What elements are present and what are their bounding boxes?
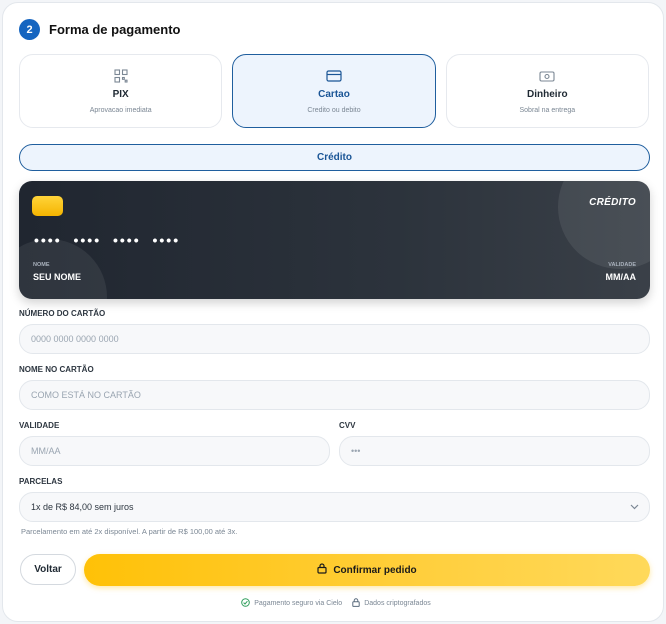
- step-badge: 2: [19, 19, 40, 40]
- method-label: PIX: [112, 89, 129, 100]
- confirm-label: Confirmar pedido: [333, 564, 417, 576]
- shield-check-icon: [241, 598, 251, 609]
- method-sublabel: Credito ou debito: [307, 107, 361, 114]
- installments-label: PARCELAS: [19, 477, 63, 486]
- card-validity-preview: MM/AA: [605, 272, 637, 282]
- qr-code-icon: [114, 68, 128, 84]
- card-name-label: NOME: [33, 262, 50, 268]
- card-decoration: [19, 239, 107, 299]
- cvv-input[interactable]: •••: [339, 436, 650, 466]
- card-chip-icon: [32, 196, 63, 216]
- security-footer: Pagamento seguro via Cielo Dados criptog…: [3, 598, 666, 609]
- credit-card-icon: [326, 68, 342, 84]
- method-pix[interactable]: PIX Aprovacao imediata: [19, 54, 223, 128]
- validity-input[interactable]: MM/AA: [19, 436, 330, 466]
- card-number-label: NÚMERO DO CARTÃO: [19, 309, 106, 318]
- credit-toggle-button[interactable]: Crédito: [19, 144, 650, 171]
- card-number-input[interactable]: 0000 0000 0000 0000: [19, 324, 650, 354]
- cvv-label: CVV: [339, 421, 356, 430]
- section-header: 2 Forma de pagamento: [19, 19, 180, 40]
- confirm-order-button[interactable]: Confirmar pedido: [84, 554, 650, 586]
- card-name-preview: SEU NOME: [33, 272, 82, 282]
- card-validity-label: VALIDADE: [608, 262, 636, 268]
- card-name-input[interactable]: COMO ESTÁ NO CARTÃO: [19, 380, 650, 410]
- card-brand: CRÉDITO: [589, 197, 636, 208]
- lock-icon: [352, 598, 360, 609]
- method-sublabel: Aprovacao imediata: [89, 107, 152, 114]
- installments-select[interactable]: 1x de R$ 84,00 sem juros: [19, 492, 650, 522]
- encrypted-text: Dados criptografados: [364, 600, 431, 607]
- secure-payment-text: Pagamento seguro via Cielo: [254, 600, 343, 607]
- lock-icon: [317, 563, 327, 577]
- payment-methods: PIX Aprovacao imediata Cartao Credito ou…: [19, 54, 649, 128]
- installments-value: 1x de R$ 84,00 sem juros: [31, 502, 134, 512]
- card-name-label: NOME NO CARTÃO: [19, 365, 94, 374]
- method-label: Cartao: [318, 89, 350, 100]
- chevron-down-icon: [630, 502, 639, 512]
- method-cash[interactable]: Dinheiro Sobral na entrega: [445, 54, 649, 128]
- card-preview: CRÉDITO •••• •••• •••• •••• NOME SEU NOM…: [19, 181, 650, 299]
- installments-hint: Parcelamento em até 2x disponível. A par…: [21, 527, 238, 536]
- card-decoration: [558, 181, 650, 269]
- validity-label: VALIDADE: [19, 421, 60, 430]
- back-button[interactable]: Voltar: [20, 554, 76, 585]
- card-number-preview: •••• •••• •••• ••••: [34, 232, 181, 248]
- method-label: Dinheiro: [527, 89, 568, 100]
- section-title: Forma de pagamento: [49, 22, 181, 37]
- secure-payment-note: Pagamento seguro via Cielo: [241, 598, 342, 609]
- payment-panel: 2 Forma de pagamento PIX Aprovacao imedi…: [2, 2, 664, 622]
- method-sublabel: Sobral na entrega: [519, 107, 576, 114]
- encrypted-note: Dados criptografados: [352, 598, 431, 609]
- method-card[interactable]: Cartao Credito ou debito: [232, 54, 436, 128]
- cash-icon: [539, 68, 555, 84]
